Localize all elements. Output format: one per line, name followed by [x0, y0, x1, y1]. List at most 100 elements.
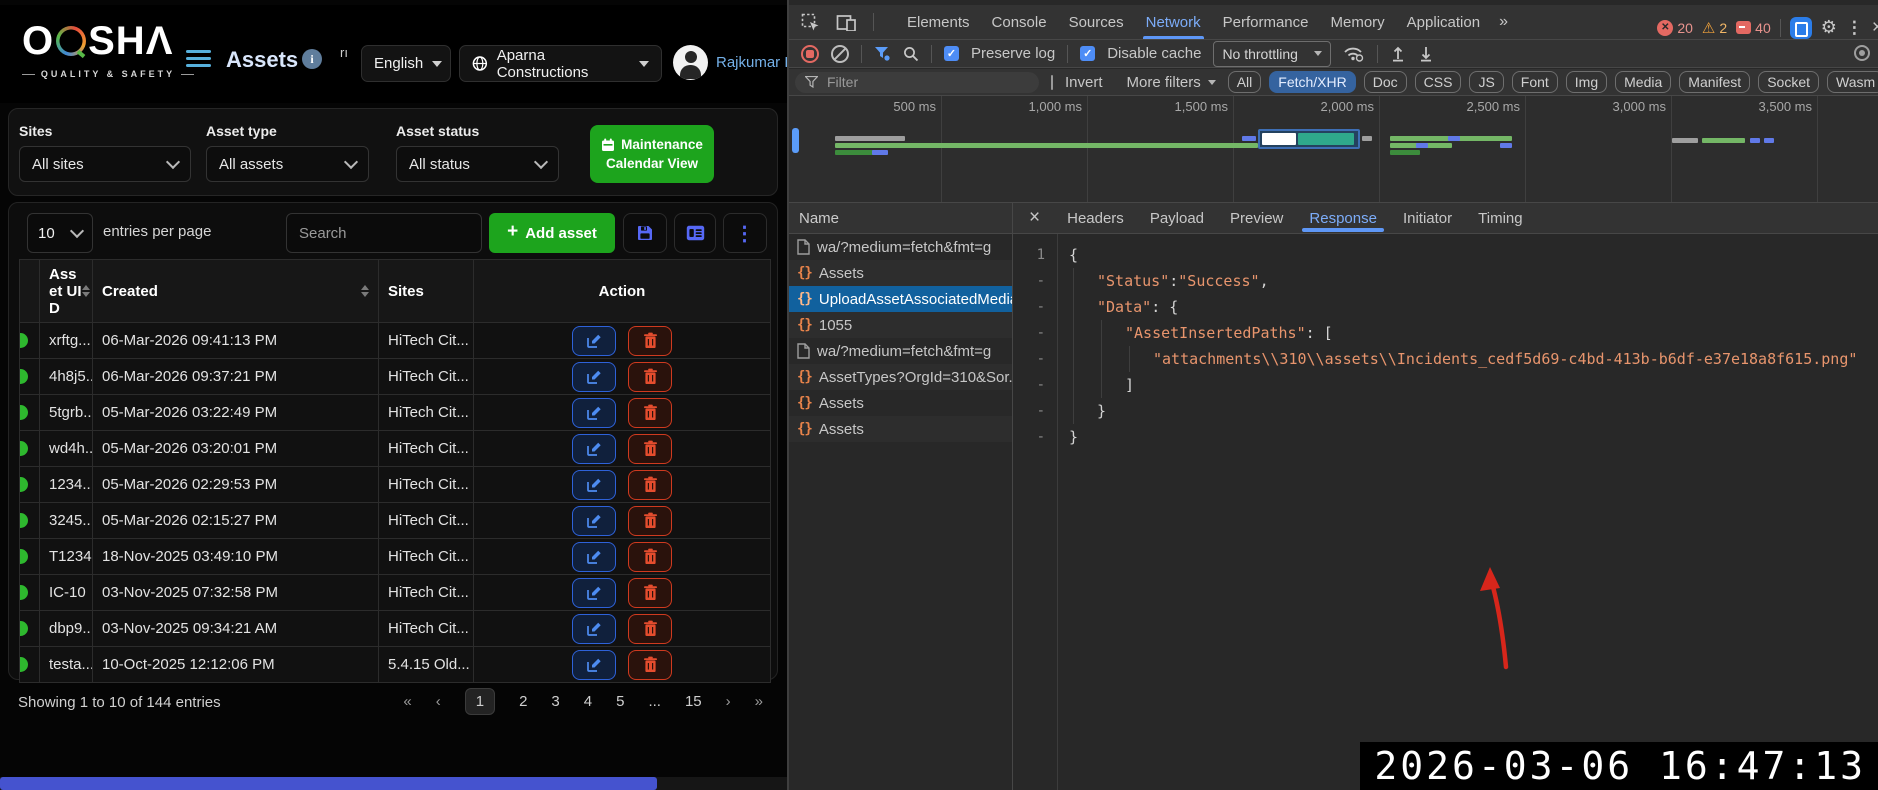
delete-button[interactable] [628, 362, 672, 392]
edit-button[interactable] [572, 326, 616, 356]
edit-button[interactable] [572, 650, 616, 680]
filter-select[interactable]: All status [396, 146, 559, 182]
filter-chip-js[interactable]: JS [1469, 71, 1503, 93]
more-filters-button[interactable]: More filters [1127, 74, 1216, 91]
delete-button[interactable] [628, 650, 672, 680]
network-overview-timeline[interactable]: 500 ms1,000 ms1,500 ms2,000 ms2,500 ms3,… [789, 96, 1878, 203]
table-row[interactable]: xrftg...06-Mar-2026 09:41:13 PMHiTech Ci… [20, 323, 770, 359]
name-column-header[interactable]: Name [789, 203, 1012, 234]
pagination-page[interactable]: 15 [685, 693, 702, 710]
edit-button[interactable] [572, 362, 616, 392]
detail-tab-payload[interactable]: Payload [1137, 203, 1217, 233]
header-cell-created[interactable]: Created [93, 260, 379, 322]
header-cell-asset-uid[interactable]: Asset UID [40, 260, 93, 322]
pagination-page[interactable]: ... [648, 693, 661, 710]
close-detail-icon[interactable]: × [1013, 207, 1054, 229]
edit-button[interactable] [572, 542, 616, 572]
filter-chip-font[interactable]: Font [1512, 71, 1558, 93]
request-row[interactable]: {}Assets [789, 260, 1012, 286]
hamburger-menu-icon[interactable] [186, 50, 211, 67]
request-row[interactable]: {}UploadAssetAssociatedMedia [789, 286, 1012, 312]
request-row[interactable]: {}Assets [789, 416, 1012, 442]
disable-cache-checkbox[interactable]: ✓ [1080, 46, 1095, 61]
detail-tab-preview[interactable]: Preview [1217, 203, 1296, 233]
organization-select[interactable]: Aparna Constructions [459, 45, 662, 82]
clear-icon[interactable] [831, 45, 849, 63]
issues-badge[interactable]: 40 [1736, 20, 1771, 36]
maintenance-calendar-button[interactable]: Maintenance Calendar View [590, 125, 714, 183]
tab-elements[interactable]: Elements [896, 5, 981, 39]
gear-icon[interactable]: ⚙ [1821, 17, 1837, 38]
filter-select[interactable]: All assets [206, 146, 369, 182]
edit-button[interactable] [572, 506, 616, 536]
pagination-page[interactable]: 1 [465, 688, 495, 715]
response-json-viewer[interactable]: 1{-"Status": "Success",-"Data": {-"Asset… [1013, 234, 1878, 790]
ai-assistant-icon[interactable] [1790, 17, 1812, 39]
overview-drag-handle[interactable] [792, 128, 799, 153]
table-row[interactable]: 4h8j5...06-Mar-2026 09:37:21 PMHiTech Ci… [20, 359, 770, 395]
filter-chip-img[interactable]: Img [1566, 71, 1607, 93]
edit-button[interactable] [572, 470, 616, 500]
filter-chip-fetchxhr[interactable]: Fetch/XHR [1269, 71, 1355, 93]
table-row[interactable]: 3245...05-Mar-2026 02:15:27 PMHiTech Cit… [20, 503, 770, 539]
edit-button[interactable] [572, 434, 616, 464]
throttling-select[interactable]: No throttling [1213, 41, 1330, 67]
detail-tab-response[interactable]: Response [1296, 203, 1390, 233]
columns-view-button[interactable] [674, 213, 716, 253]
table-row[interactable]: T123418-Nov-2025 03:49:10 PMHiTech Cit..… [20, 539, 770, 575]
request-row[interactable]: {}1055 [789, 312, 1012, 338]
tab-network[interactable]: Network [1135, 5, 1212, 39]
record-icon[interactable] [801, 45, 819, 63]
filter-chip-doc[interactable]: Doc [1364, 71, 1407, 93]
language-select[interactable]: English [361, 45, 451, 82]
errors-badge[interactable]: ✕ 20 [1657, 20, 1693, 36]
table-row[interactable]: wd4h...05-Mar-2026 03:20:01 PMHiTech Cit… [20, 431, 770, 467]
filter-chip-media[interactable]: Media [1615, 71, 1671, 93]
devtools-menu-icon[interactable]: ⋮ [1846, 18, 1863, 38]
request-row[interactable]: wa/?medium=fetch&fmt=g [789, 234, 1012, 260]
tab-sources[interactable]: Sources [1058, 5, 1135, 39]
delete-button[interactable] [628, 434, 672, 464]
search-input[interactable] [286, 213, 482, 253]
detail-tab-timing[interactable]: Timing [1465, 203, 1535, 233]
export-har-icon[interactable] [1418, 45, 1434, 62]
tab-memory[interactable]: Memory [1320, 5, 1396, 39]
avatar[interactable] [673, 45, 708, 80]
request-filter-input[interactable] [825, 73, 1029, 91]
more-tabs-icon[interactable]: » [1491, 13, 1514, 31]
detail-tab-headers[interactable]: Headers [1054, 203, 1137, 233]
filter-funnel-icon[interactable] [874, 46, 891, 62]
close-devtools-icon[interactable]: × [1872, 17, 1878, 39]
import-har-icon[interactable] [1390, 45, 1406, 62]
more-options-button[interactable]: ⋮ [723, 213, 767, 253]
pagination-arrow[interactable]: « [403, 693, 411, 710]
table-row[interactable]: 1234...05-Mar-2026 02:29:53 PMHiTech Cit… [20, 467, 770, 503]
warnings-badge[interactable]: ⚠ 2 [1702, 19, 1727, 37]
edit-button[interactable] [572, 614, 616, 644]
delete-button[interactable] [628, 578, 672, 608]
pagination-arrow[interactable]: › [726, 693, 731, 710]
delete-button[interactable] [628, 398, 672, 428]
info-icon[interactable]: i [302, 49, 322, 69]
filter-chip-css[interactable]: CSS [1415, 71, 1462, 93]
filter-chip-socket[interactable]: Socket [1758, 71, 1819, 93]
pagination-page[interactable]: 5 [616, 693, 624, 710]
request-row[interactable]: {}Assets [789, 390, 1012, 416]
save-view-button[interactable] [623, 213, 667, 253]
filter-chip-wasm[interactable]: Wasm [1827, 71, 1878, 93]
page-size-select[interactable]: 10 [27, 213, 93, 253]
detail-tab-initiator[interactable]: Initiator [1390, 203, 1465, 233]
delete-button[interactable] [628, 614, 672, 644]
filter-chip-manifest[interactable]: Manifest [1679, 71, 1750, 93]
add-asset-button[interactable]: + Add asset [489, 213, 615, 253]
delete-button[interactable] [628, 326, 672, 356]
pagination-arrow[interactable]: ‹ [436, 693, 441, 710]
filter-select[interactable]: All sites [19, 146, 191, 182]
table-row[interactable]: testa...10-Oct-2025 12:12:06 PM5.4.15 Ol… [20, 647, 770, 683]
pagination-page[interactable]: 3 [551, 693, 559, 710]
inspect-element-icon[interactable] [801, 13, 820, 32]
request-row[interactable]: wa/?medium=fetch&fmt=g [789, 338, 1012, 364]
horizontal-scrollbar-thumb[interactable] [0, 777, 657, 790]
pagination-page[interactable]: 2 [519, 693, 527, 710]
network-settings-icon[interactable] [1854, 45, 1870, 61]
